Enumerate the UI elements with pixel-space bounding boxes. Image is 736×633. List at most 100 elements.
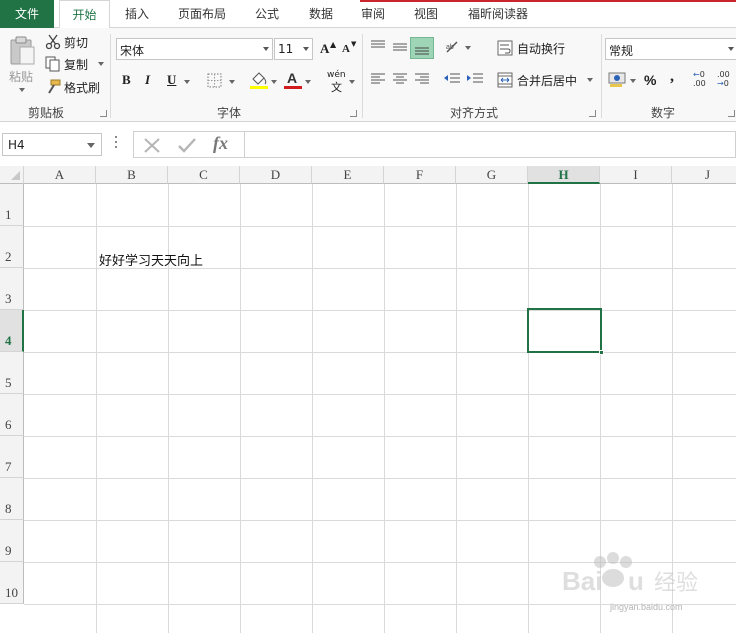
align-center-icon[interactable] — [392, 72, 408, 86]
align-middle-icon[interactable] — [392, 40, 408, 54]
row-number: 4 — [5, 333, 12, 348]
copy-button[interactable]: 复制 — [44, 55, 106, 73]
row-header-6[interactable]: 6 — [0, 394, 24, 436]
row-header-1[interactable]: 1 — [0, 184, 24, 226]
format-painter-label: 格式刷 — [64, 81, 101, 95]
row-header-7[interactable]: 7 — [0, 436, 24, 478]
row-header-3[interactable]: 3 — [0, 268, 24, 310]
wrap-text-button[interactable]: 自动换行 — [497, 39, 577, 57]
orientation-icon[interactable]: ab — [445, 39, 463, 55]
cancel-icon[interactable] — [143, 137, 161, 154]
active-cell-H4[interactable] — [527, 308, 604, 355]
ribbon-home: 粘贴 剪切 复制 格式刷 剪贴板 宋体 11 A ▲ A ▼ B I U A w… — [0, 28, 736, 122]
font-size-select[interactable]: 11 — [274, 38, 313, 60]
merge-center-button[interactable]: 合并后居中 — [497, 71, 597, 89]
formula-input[interactable] — [245, 131, 736, 158]
number-group-label: 数字 — [651, 106, 676, 120]
tab-home[interactable]: 开始 — [59, 0, 110, 29]
number-format-select[interactable]: 常规 — [605, 38, 736, 60]
paste-button[interactable]: 粘贴 — [4, 34, 40, 94]
copy-icon — [45, 56, 60, 72]
column-header-G[interactable]: G — [456, 166, 528, 184]
gridline-horizontal — [24, 226, 736, 227]
tab-insert[interactable]: 插入 — [114, 0, 160, 28]
row-header-4[interactable]: 4 — [0, 310, 24, 352]
tab-formulas[interactable]: 公式 — [244, 0, 290, 28]
tab-foxit-reader[interactable]: 福昕阅读器 — [458, 0, 538, 28]
font-group-label: 字体 — [217, 106, 242, 120]
decrease-decimal-button[interactable]: .00 →0 — [717, 70, 736, 90]
row-header-9[interactable]: 9 — [0, 520, 24, 562]
row-number: 1 — [5, 207, 12, 222]
gridline-horizontal — [24, 478, 736, 479]
increase-indent-icon[interactable] — [466, 72, 484, 86]
tab-review[interactable]: 审阅 — [350, 0, 396, 28]
gridline-horizontal — [24, 352, 736, 353]
row-header-5[interactable]: 5 — [0, 352, 24, 394]
comma-style-button[interactable]: , — [670, 68, 674, 86]
enter-check-icon[interactable] — [177, 137, 197, 154]
cut-button[interactable]: 剪切 — [44, 33, 94, 51]
format-painter-button[interactable]: 格式刷 — [44, 78, 104, 96]
column-header-F[interactable]: F — [384, 166, 456, 184]
name-box[interactable]: H4 — [2, 133, 102, 156]
gridline-horizontal — [24, 394, 736, 395]
tab-view[interactable]: 视图 — [403, 0, 449, 28]
column-header-B[interactable]: B — [96, 166, 168, 184]
baidu-jingyan-watermark-url: jingyan.baidu.com — [610, 602, 683, 612]
align-right-icon[interactable] — [414, 72, 430, 86]
font-color-icon[interactable]: A — [283, 70, 303, 90]
increase-font-size-button[interactable]: A ▲ — [318, 39, 336, 59]
align-bottom-button[interactable] — [410, 37, 434, 59]
copy-label: 复制 — [64, 58, 89, 72]
select-all-button[interactable] — [0, 166, 24, 184]
decrease-font-size-button[interactable]: A ▼ — [340, 39, 358, 59]
column-header-E[interactable]: E — [312, 166, 384, 184]
svg-text:经验: 经验 — [654, 571, 698, 596]
phonetic-bottom: 文 — [331, 81, 342, 94]
align-left-icon[interactable] — [370, 72, 386, 86]
row-number: 8 — [5, 501, 12, 516]
font-name-select[interactable]: 宋体 — [116, 38, 273, 60]
phonetic-guide-button[interactable]: wén 文 — [327, 70, 355, 94]
gridline-vertical — [456, 184, 457, 633]
gridline-vertical — [96, 184, 97, 633]
formula-bar-grip[interactable] — [115, 136, 118, 152]
font-launcher[interactable] — [350, 110, 357, 117]
row-header-10[interactable]: 10 — [0, 562, 24, 604]
cell-B2[interactable]: 好好学习天天向上 — [99, 250, 203, 269]
gridline-vertical — [312, 184, 313, 633]
column-header-A[interactable]: A — [24, 166, 96, 184]
row-number: 2 — [5, 249, 12, 264]
align-top-icon[interactable] — [370, 40, 386, 54]
gridline-horizontal — [24, 520, 736, 521]
insert-function-icon[interactable]: fx — [213, 133, 228, 154]
percent-style-button[interactable]: % — [644, 72, 656, 88]
accounting-format-icon[interactable] — [608, 70, 628, 88]
clipboard-paste-icon — [10, 36, 35, 65]
alignment-launcher[interactable] — [589, 110, 596, 117]
bold-button[interactable]: B — [122, 72, 131, 88]
format-painter-icon — [48, 79, 61, 94]
column-header-J[interactable]: J — [672, 166, 736, 184]
fill-handle[interactable] — [599, 350, 604, 355]
borders-icon[interactable] — [207, 73, 223, 89]
row-header-2[interactable]: 2 — [0, 226, 24, 268]
decrease-indent-icon[interactable] — [443, 72, 461, 86]
clipboard-launcher[interactable] — [100, 110, 107, 117]
paste-label: 粘贴 — [9, 70, 34, 84]
tab-page-layout[interactable]: 页面布局 — [168, 0, 236, 28]
number-launcher[interactable] — [728, 110, 735, 117]
column-header-C[interactable]: C — [168, 166, 240, 184]
column-header-D[interactable]: D — [240, 166, 312, 184]
row-header-8[interactable]: 8 — [0, 478, 24, 520]
gridline-horizontal — [24, 310, 736, 311]
increase-decimal-button[interactable]: ←0.00 — [693, 70, 713, 90]
italic-button[interactable]: I — [145, 72, 150, 88]
column-header-I[interactable]: I — [600, 166, 672, 184]
underline-button[interactable]: U — [167, 72, 176, 88]
tab-data[interactable]: 数据 — [298, 0, 344, 28]
column-header-H[interactable]: H — [528, 166, 600, 184]
tab-file[interactable]: 文件 — [0, 0, 54, 28]
fill-color-icon[interactable] — [249, 70, 269, 90]
